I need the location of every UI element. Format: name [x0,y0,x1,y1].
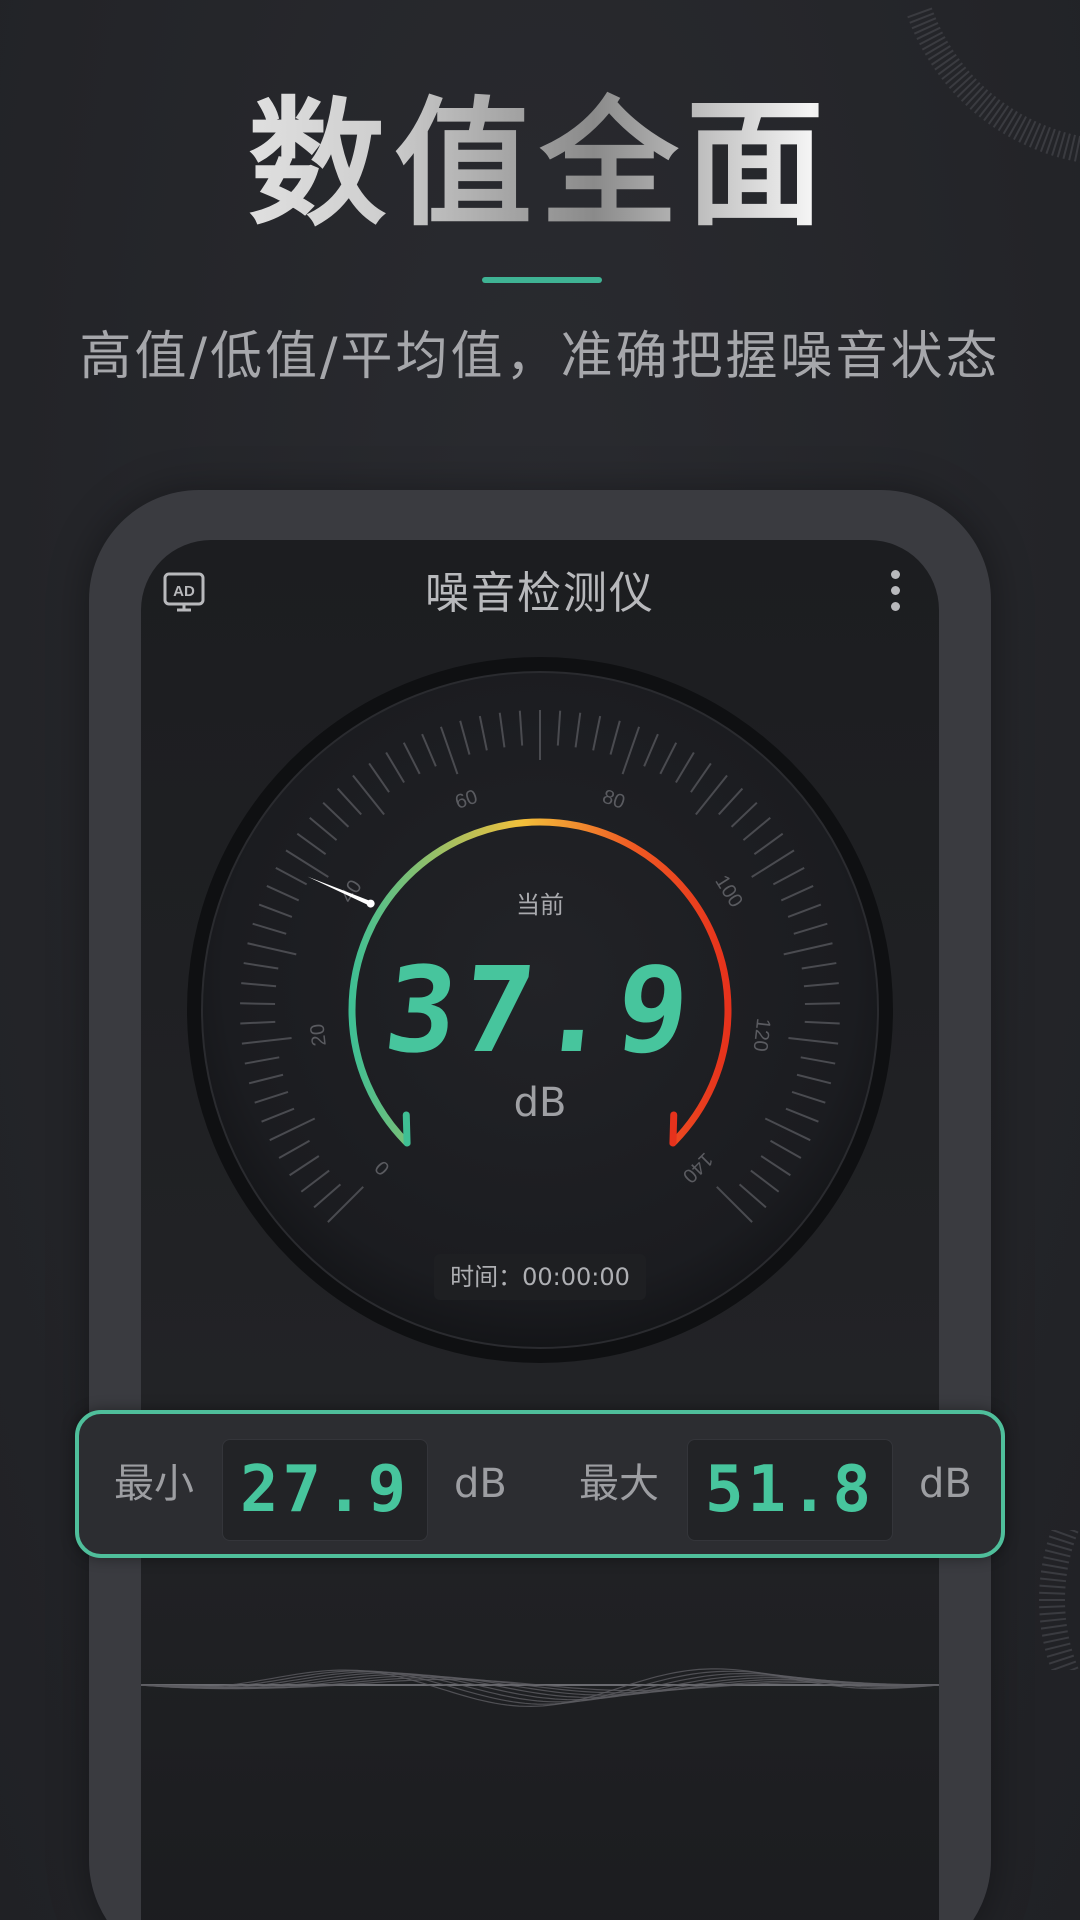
min-label: 最小 [114,1461,194,1507]
min-value-display: 27.9 [222,1439,428,1541]
min-max-panel: 最小 27.9 dB 最大 51.8 dB [75,1410,1005,1558]
accent-divider [482,277,602,283]
current-label: 当前 [516,891,564,919]
max-label: 最大 [579,1461,659,1507]
min-unit: dB [454,1461,507,1507]
more-vertical-icon[interactable] [889,570,901,616]
current-db-value: 37.9 [378,941,702,1079]
max-unit: dB [919,1461,972,1507]
decor-arc-right [1039,1530,1079,1670]
app-title: 噪音检测仪 [425,568,655,619]
app-bar: AD 噪音检测仪 [141,540,939,650]
timer-label: 时间： [450,1263,523,1291]
promo-screen: 数值全面 高值/低值/平均值，准确把握噪音状态 AD 噪音检测仪 0 20 40… [0,0,1080,1920]
timer-display: 时间：00:00:00 [434,1254,646,1300]
max-value-display: 51.8 [687,1439,893,1541]
promo-subtitle: 高值/低值/平均值，准确把握噪音状态 [79,327,1001,387]
timer-value: 00:00:00 [522,1263,630,1291]
sound-waveform [141,1668,939,1708]
current-unit: dB [513,1080,567,1126]
promo-headline: 数值全面 [0,85,1080,245]
